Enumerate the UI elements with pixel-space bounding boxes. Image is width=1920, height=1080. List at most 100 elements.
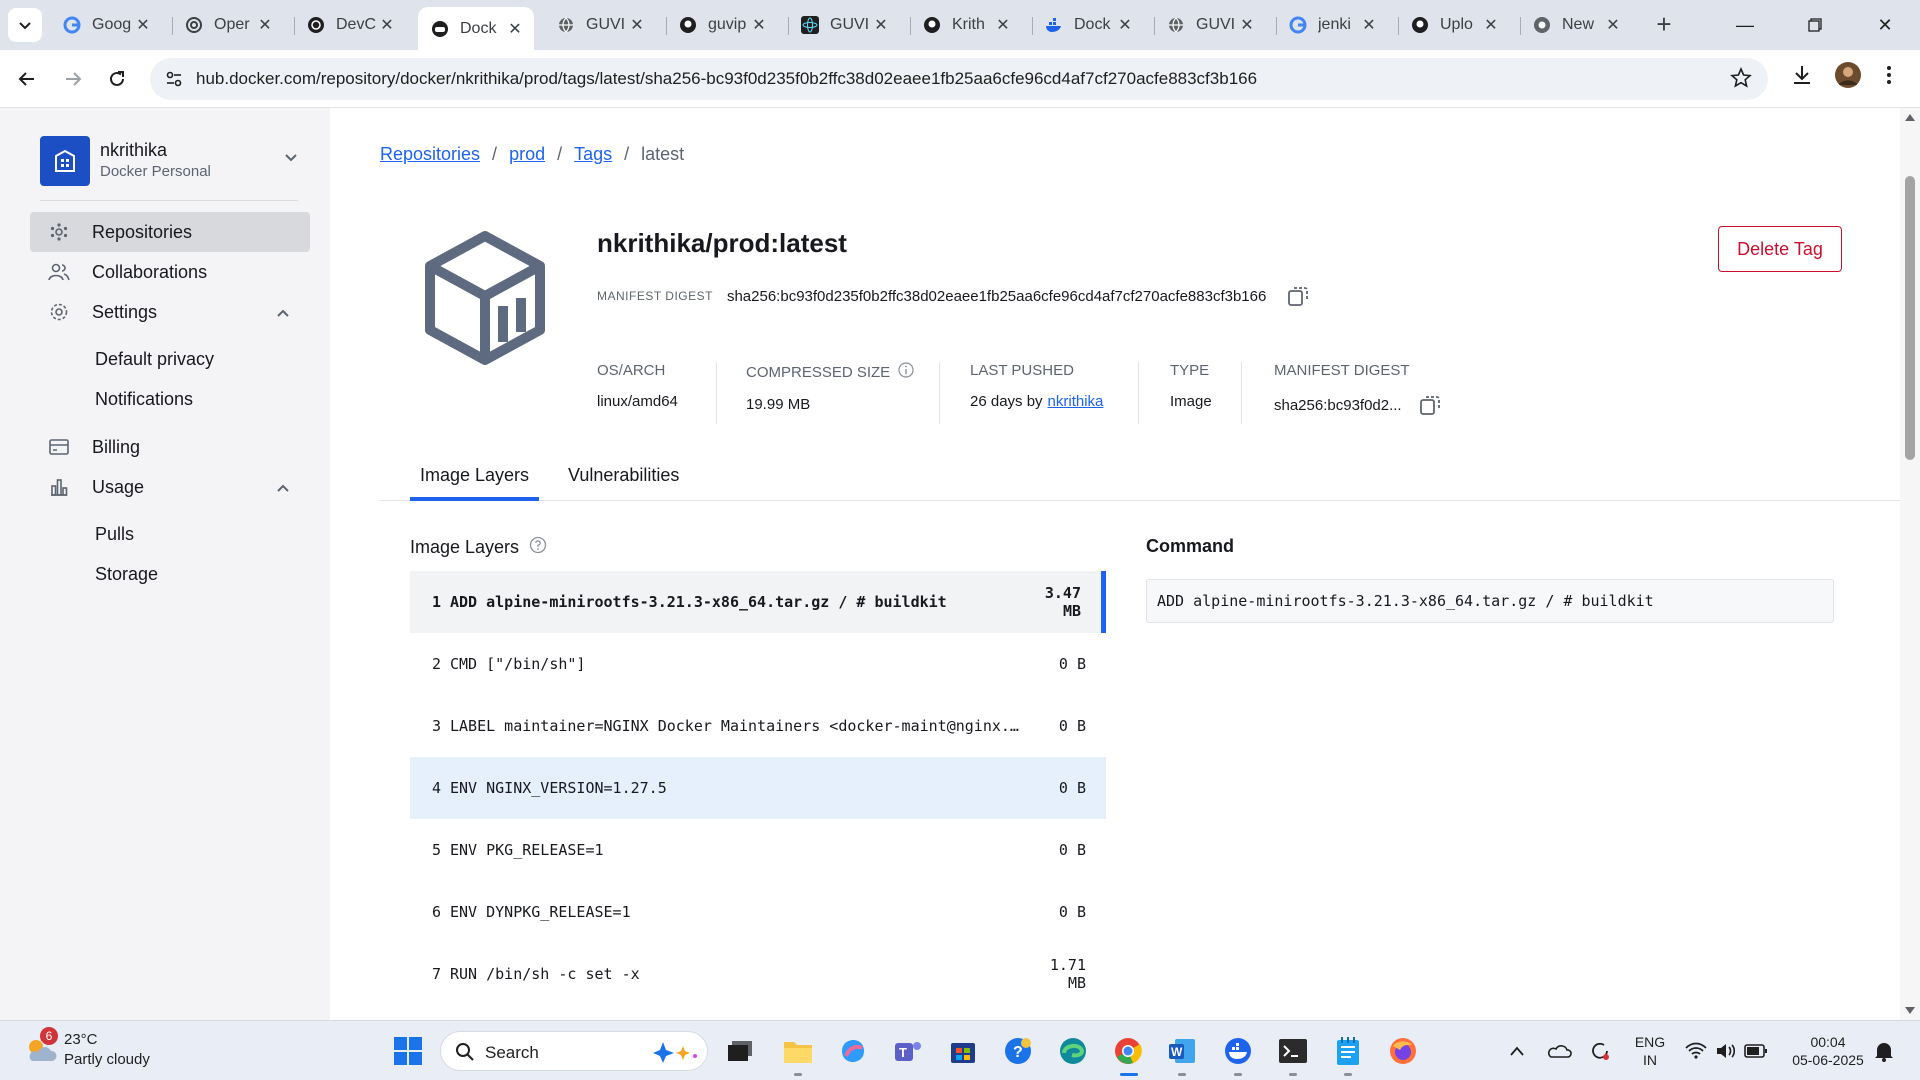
copy-icon[interactable] <box>1286 284 1310 308</box>
close-icon[interactable]: ✕ <box>994 16 1012 34</box>
language-indicator[interactable]: ENG IN <box>1630 1033 1670 1069</box>
breadcrumb-tags-link[interactable]: Tags <box>574 144 612 165</box>
tab-vulnerabilities[interactable]: Vulnerabilities <box>558 453 689 501</box>
download-icon[interactable] <box>1790 63 1814 92</box>
chrome-icon[interactable] <box>1110 1033 1146 1069</box>
tab-search-button[interactable] <box>8 8 42 42</box>
file-explorer-icon[interactable] <box>780 1033 816 1069</box>
copilot-icon[interactable] <box>835 1033 871 1069</box>
taskbar-search[interactable]: Search <box>440 1031 708 1071</box>
layer-row[interactable]: 3 LABEL maintainer=NGINX Docker Maintain… <box>410 695 1106 757</box>
task-view-icon[interactable] <box>722 1033 758 1069</box>
layer-row[interactable]: 7 RUN /bin/sh -c set -x 1.71 MB <box>410 943 1106 1005</box>
weather-widget[interactable]: 6 23°C Partly cloudy <box>24 1027 224 1073</box>
browser-tab[interactable]: Dock ✕ <box>1032 7 1144 43</box>
sidebar-item-settings[interactable]: Settings <box>30 292 310 332</box>
bookmark-star-icon[interactable] <box>1730 66 1752 94</box>
close-icon[interactable]: ✕ <box>872 16 890 34</box>
browser-tab[interactable]: Goog ✕ <box>50 7 162 43</box>
close-icon[interactable]: ✕ <box>1116 16 1134 34</box>
sidebar-subitem-default-privacy[interactable]: Default privacy <box>95 349 214 370</box>
wifi-icon[interactable] <box>1682 1033 1710 1069</box>
close-icon[interactable]: ✕ <box>1360 16 1378 34</box>
word-icon[interactable]: W <box>1164 1033 1200 1069</box>
last-pushed-field: LAST PUSHED 26 days by nkrithika <box>970 362 1103 424</box>
more-menu-icon[interactable] <box>1886 63 1892 92</box>
browser-tab[interactable]: Oper ✕ <box>172 7 284 43</box>
copy-icon[interactable] <box>1418 393 1442 417</box>
site-info-icon[interactable] <box>164 69 184 94</box>
sidebar-item-label: Billing <box>92 436 141 457</box>
help-icon[interactable] <box>529 536 547 559</box>
layer-row[interactable]: 6 ENV DYNPKG_RELEASE=1 0 B <box>410 881 1106 943</box>
onedrive-icon[interactable] <box>1546 1033 1574 1069</box>
pushed-by-user-link[interactable]: nkrithika <box>1048 393 1104 410</box>
browser-tab[interactable]: GUVI ✕ <box>544 7 656 43</box>
clock[interactable]: 00:04 05-06-2025 <box>1778 1033 1878 1069</box>
browser-tab[interactable]: GUVI ✕ <box>1154 7 1266 43</box>
notepad-icon[interactable] <box>1330 1033 1366 1069</box>
edge-icon[interactable] <box>1055 1033 1091 1069</box>
close-icon[interactable]: ✕ <box>256 16 274 34</box>
firefox-icon[interactable] <box>1385 1033 1421 1069</box>
sidebar-item-billing[interactable]: Billing <box>30 427 310 467</box>
sidebar-item-collaborations[interactable]: Collaborations <box>30 252 310 292</box>
close-icon[interactable]: ✕ <box>506 20 524 38</box>
layer-row[interactable]: 1 ADD alpine-minirootfs-3.21.3-x86_64.ta… <box>410 571 1106 633</box>
delete-tag-button[interactable]: Delete Tag <box>1718 226 1842 272</box>
sidebar-subitem-storage[interactable]: Storage <box>95 564 158 585</box>
layer-row[interactable]: 4 ENV NGINX_VERSION=1.27.5 0 B <box>410 757 1106 819</box>
close-icon[interactable]: ✕ <box>378 16 396 34</box>
close-icon[interactable]: ✕ <box>750 16 768 34</box>
page-scrollbar[interactable] <box>1900 108 1920 1020</box>
browser-tab[interactable]: guvip ✕ <box>666 7 778 43</box>
close-icon[interactable]: ✕ <box>134 16 152 34</box>
profile-avatar[interactable] <box>1834 61 1862 94</box>
terminal-icon[interactable] <box>1275 1033 1311 1069</box>
browser-tab-active[interactable]: Dock ✕ <box>418 7 534 50</box>
browser-tab[interactable]: DevC ✕ <box>294 7 406 43</box>
docker-desktop-icon[interactable] <box>1220 1033 1256 1069</box>
close-icon[interactable]: ✕ <box>628 16 646 34</box>
back-button[interactable] <box>10 62 44 96</box>
browser-tab[interactable]: Krith ✕ <box>910 7 1022 43</box>
layer-row[interactable]: 5 ENV PKG_RELEASE=1 0 B <box>410 819 1106 881</box>
new-tab-button[interactable]: + <box>1650 9 1678 39</box>
close-icon[interactable]: ✕ <box>1482 16 1500 34</box>
breadcrumb-prod-link[interactable]: prod <box>509 144 545 165</box>
layer-row[interactable]: 2 CMD ["/bin/sh"] 0 B <box>410 633 1106 695</box>
info-icon[interactable] <box>898 362 914 382</box>
teams-icon[interactable]: T <box>890 1033 926 1069</box>
windows-start-icon[interactable] <box>390 1033 426 1069</box>
chevron-up-icon[interactable] <box>276 304 290 325</box>
breadcrumb-repositories-link[interactable]: Repositories <box>380 144 480 165</box>
chevron-up-icon[interactable] <box>1505 1033 1529 1069</box>
browser-tab[interactable]: New ✕ <box>1520 7 1632 43</box>
address-bar[interactable]: hub.docker.com/repository/docker/nkrithi… <box>150 58 1768 100</box>
restore-icon[interactable] <box>1780 0 1850 50</box>
browser-tab[interactable]: jenki ✕ <box>1276 7 1388 43</box>
sidebar-item-usage[interactable]: Usage <box>30 467 310 507</box>
chevron-down-icon[interactable] <box>284 150 298 169</box>
battery-icon[interactable] <box>1742 1033 1770 1069</box>
sidebar-subitem-notifications[interactable]: Notifications <box>95 389 193 410</box>
microsoft-store-icon[interactable] <box>945 1033 981 1069</box>
minimize-icon[interactable]: — <box>1710 0 1780 50</box>
close-icon[interactable]: ✕ <box>1238 16 1256 34</box>
sidebar-subitem-pulls[interactable]: Pulls <box>95 524 134 545</box>
volume-icon[interactable] <box>1712 1033 1740 1069</box>
help-app-icon[interactable]: ? <box>1000 1033 1036 1069</box>
scrollbar-thumb[interactable] <box>1905 176 1915 460</box>
notification-icon[interactable] <box>1870 1033 1898 1069</box>
browser-tab[interactable]: GUVI ✕ <box>788 7 900 43</box>
chevron-up-icon[interactable] <box>276 479 290 500</box>
tab-image-layers[interactable]: Image Layers <box>410 453 540 501</box>
sync-icon[interactable] <box>1586 1033 1614 1069</box>
org-switcher[interactable]: nkrithika Docker Personal <box>40 136 298 188</box>
browser-tab[interactable]: Uplo ✕ <box>1398 7 1510 43</box>
close-icon[interactable]: ✕ <box>1604 16 1622 34</box>
forward-button[interactable] <box>56 62 90 96</box>
reload-button[interactable] <box>100 62 134 96</box>
sidebar-item-repositories[interactable]: Repositories <box>30 212 310 252</box>
close-window-icon[interactable]: ✕ <box>1850 0 1920 50</box>
